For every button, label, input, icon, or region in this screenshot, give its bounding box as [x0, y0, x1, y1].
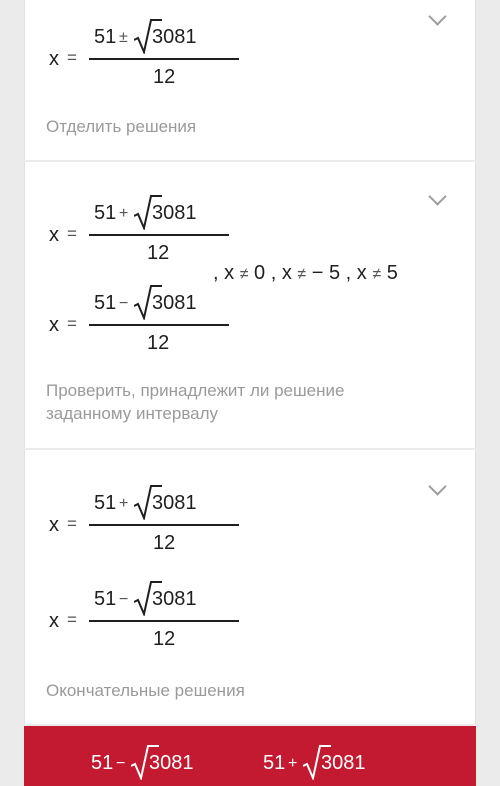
equals-sign: = — [67, 610, 77, 629]
denominator: 12 — [153, 66, 176, 88]
x-label: x — [224, 262, 235, 284]
radicand: 3081 — [152, 292, 197, 314]
x-label: x — [356, 262, 367, 284]
radicand: 3081 — [152, 588, 197, 610]
operator: + — [119, 205, 129, 222]
not-equal-sign: ≠ — [239, 266, 249, 283]
step-caption-line-1: Проверить, принадлежит ли решение — [46, 381, 345, 400]
numerator-term: 51 — [94, 26, 117, 48]
separator: , — [345, 262, 352, 284]
fraction: 51 − 3081 12 — [89, 580, 239, 650]
numerator-term: 51 — [94, 492, 117, 514]
operator: + — [119, 495, 129, 512]
x-label: x — [281, 262, 292, 284]
chevron-down-icon[interactable] — [428, 7, 447, 26]
x-label: x — [49, 314, 59, 336]
numerator-term: 51 — [263, 752, 286, 774]
radicand: 3081 — [152, 202, 197, 224]
numerator: 51 − 3081 — [89, 580, 239, 618]
operator: ± — [119, 29, 128, 46]
condition-value: 0 — [254, 262, 266, 284]
final-answer-banner: 51 − 3081 51 + 3081 — [24, 726, 476, 786]
fraction: 51 + 3081 12 — [89, 194, 229, 264]
step-caption-line-2: заданному интервалу — [46, 404, 219, 423]
denominator: 12 — [153, 628, 176, 650]
condition-value: 5 — [386, 262, 398, 284]
radicand: 3081 — [321, 752, 366, 774]
condition-value: − 5 — [311, 262, 341, 284]
operator: − — [119, 591, 129, 608]
numerator: 51 + 3081 — [89, 484, 239, 522]
denominator: 12 — [147, 242, 170, 264]
fraction: 51 + 3081 12 — [89, 484, 239, 554]
radicand: 3081 — [152, 26, 197, 48]
step-caption: Окончательные решения — [46, 681, 245, 700]
separator: , — [213, 262, 219, 284]
equals-sign: = — [67, 48, 77, 67]
fraction-bar — [89, 620, 239, 622]
operator: + — [288, 755, 298, 772]
equals-sign: = — [67, 314, 77, 333]
step-card-check-interval: x = 51 + 3081 12 , x ≠ 0 , x ≠ − 5 , x ≠… — [24, 162, 476, 448]
fraction-bar — [89, 234, 229, 236]
separator: , — [270, 262, 277, 284]
fraction: 51 − 3081 12 — [89, 284, 229, 354]
step-card-separate: x = 51 ± 3081 12 Отделить решения — [24, 0, 476, 160]
x-label: x — [49, 224, 59, 246]
not-equal-sign: ≠ — [372, 266, 382, 283]
fraction-bar — [89, 324, 229, 326]
step-card-final-solutions: x = 51 + 3081 12 x = 51 − 3081 12 Оконча… — [24, 450, 476, 724]
numerator-term: 51 — [94, 202, 117, 224]
denominator: 12 — [147, 332, 170, 354]
final-numerator-right: 51 + 3081 — [258, 744, 398, 782]
chevron-down-icon[interactable] — [428, 477, 447, 496]
equals-sign: = — [67, 514, 77, 533]
final-numerator-left: 51 − 3081 — [86, 744, 226, 782]
numerator: 51 + 3081 — [89, 194, 229, 232]
fraction: 51 ± 3081 12 — [89, 18, 239, 88]
fraction-bar — [89, 58, 239, 60]
x-label: x — [49, 514, 59, 536]
numerator: 51 − 3081 — [89, 284, 229, 322]
domain-conditions: , x ≠ 0 , x ≠ − 5 , x ≠ 5 — [213, 262, 398, 285]
radicand: 3081 — [152, 492, 197, 514]
x-label: x — [49, 610, 59, 632]
numerator-term: 51 — [94, 292, 117, 314]
operator: − — [119, 295, 129, 312]
numerator-term: 51 — [94, 588, 117, 610]
operator: − — [116, 755, 126, 772]
equals-sign: = — [67, 224, 77, 243]
denominator: 12 — [153, 532, 176, 554]
numerator: 51 ± 3081 — [89, 18, 239, 56]
numerator-term: 51 — [91, 752, 114, 774]
step-caption: Отделить решения — [46, 117, 197, 136]
fraction-bar — [89, 524, 239, 526]
chevron-down-icon[interactable] — [428, 187, 447, 206]
x-label: x — [49, 48, 59, 70]
radicand: 3081 — [149, 752, 194, 774]
not-equal-sign: ≠ — [297, 266, 307, 283]
